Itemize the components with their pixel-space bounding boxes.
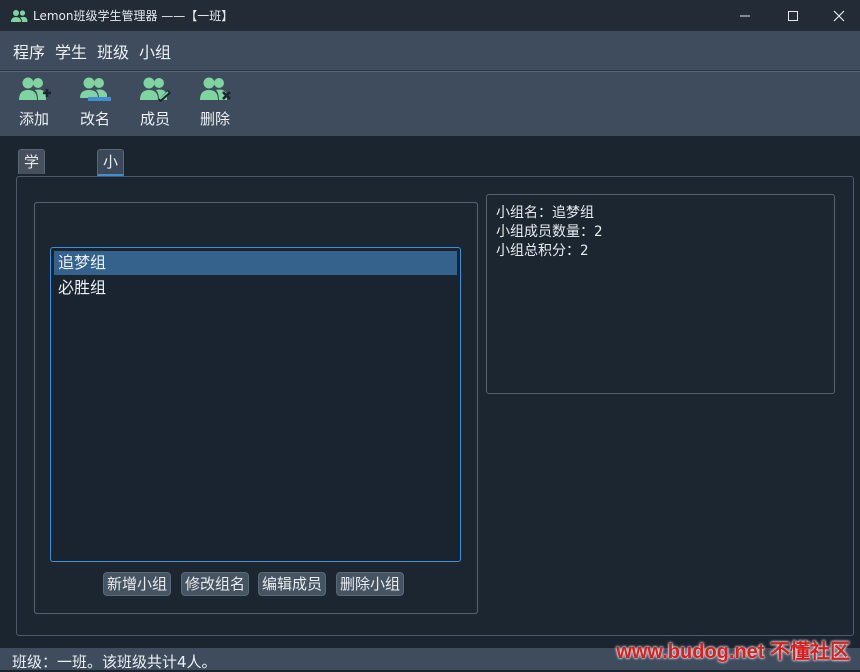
maximize-button[interactable] bbox=[770, 0, 816, 31]
rename-group-button[interactable]: 修改组名 bbox=[181, 572, 250, 596]
window-title: Lemon班级学生管理器 ——【一班】 bbox=[33, 9, 234, 23]
menu-student[interactable]: 学生 bbox=[55, 39, 87, 63]
add-user-icon bbox=[19, 77, 51, 100]
menu-group[interactable]: 小组 bbox=[139, 39, 171, 63]
toolbar: 添加 改名 成员 删除 bbox=[0, 71, 860, 136]
delete-user-icon bbox=[200, 77, 231, 100]
add-label: 添加 bbox=[18, 110, 49, 128]
group-score-info: 小组总积分：2 bbox=[496, 243, 589, 259]
watermark: www.budog.net 不懂社区 bbox=[616, 641, 850, 663]
add-group-button[interactable]: 新增小组 bbox=[103, 572, 172, 596]
group-name-info: 小组名：追梦组 bbox=[496, 205, 594, 221]
menu-bar: 程序 学生 班级 小组 bbox=[0, 31, 860, 71]
maximize-icon bbox=[788, 10, 798, 21]
group-member-count-info: 小组成员数量：2 bbox=[496, 224, 603, 240]
list-item[interactable]: 必胜组 bbox=[54, 276, 457, 300]
close-icon bbox=[833, 10, 845, 21]
tab-group-management[interactable]: 小组管理 bbox=[97, 149, 125, 243]
members-button[interactable]: 成员 bbox=[133, 76, 177, 129]
app-users-icon bbox=[11, 9, 28, 22]
edit-members-button[interactable]: 编辑成员 bbox=[258, 572, 327, 596]
members-icon bbox=[140, 77, 171, 102]
members-label: 成员 bbox=[139, 110, 170, 128]
group-list[interactable]: 追梦组 必胜组 bbox=[50, 247, 461, 562]
menu-program[interactable]: 程序 bbox=[13, 39, 45, 63]
add-button[interactable]: 添加 bbox=[12, 76, 56, 129]
minimize-button[interactable] bbox=[722, 0, 768, 31]
delete-label: 删除 bbox=[199, 110, 230, 128]
rename-label: 改名 bbox=[79, 110, 110, 128]
menu-class[interactable]: 班级 bbox=[97, 39, 129, 63]
rename-user-icon bbox=[80, 77, 111, 101]
delete-button[interactable]: 删除 bbox=[193, 76, 237, 129]
minimize-icon bbox=[740, 15, 750, 16]
delete-group-button[interactable]: 删除小组 bbox=[336, 572, 405, 596]
list-item[interactable]: 追梦组 bbox=[54, 251, 457, 275]
rename-button[interactable]: 改名 bbox=[73, 76, 117, 129]
tab-student-management[interactable]: 学生管理 bbox=[18, 149, 46, 243]
close-button[interactable] bbox=[816, 0, 860, 31]
status-text: 班级：一班。该班级共计4人。 bbox=[12, 653, 217, 671]
